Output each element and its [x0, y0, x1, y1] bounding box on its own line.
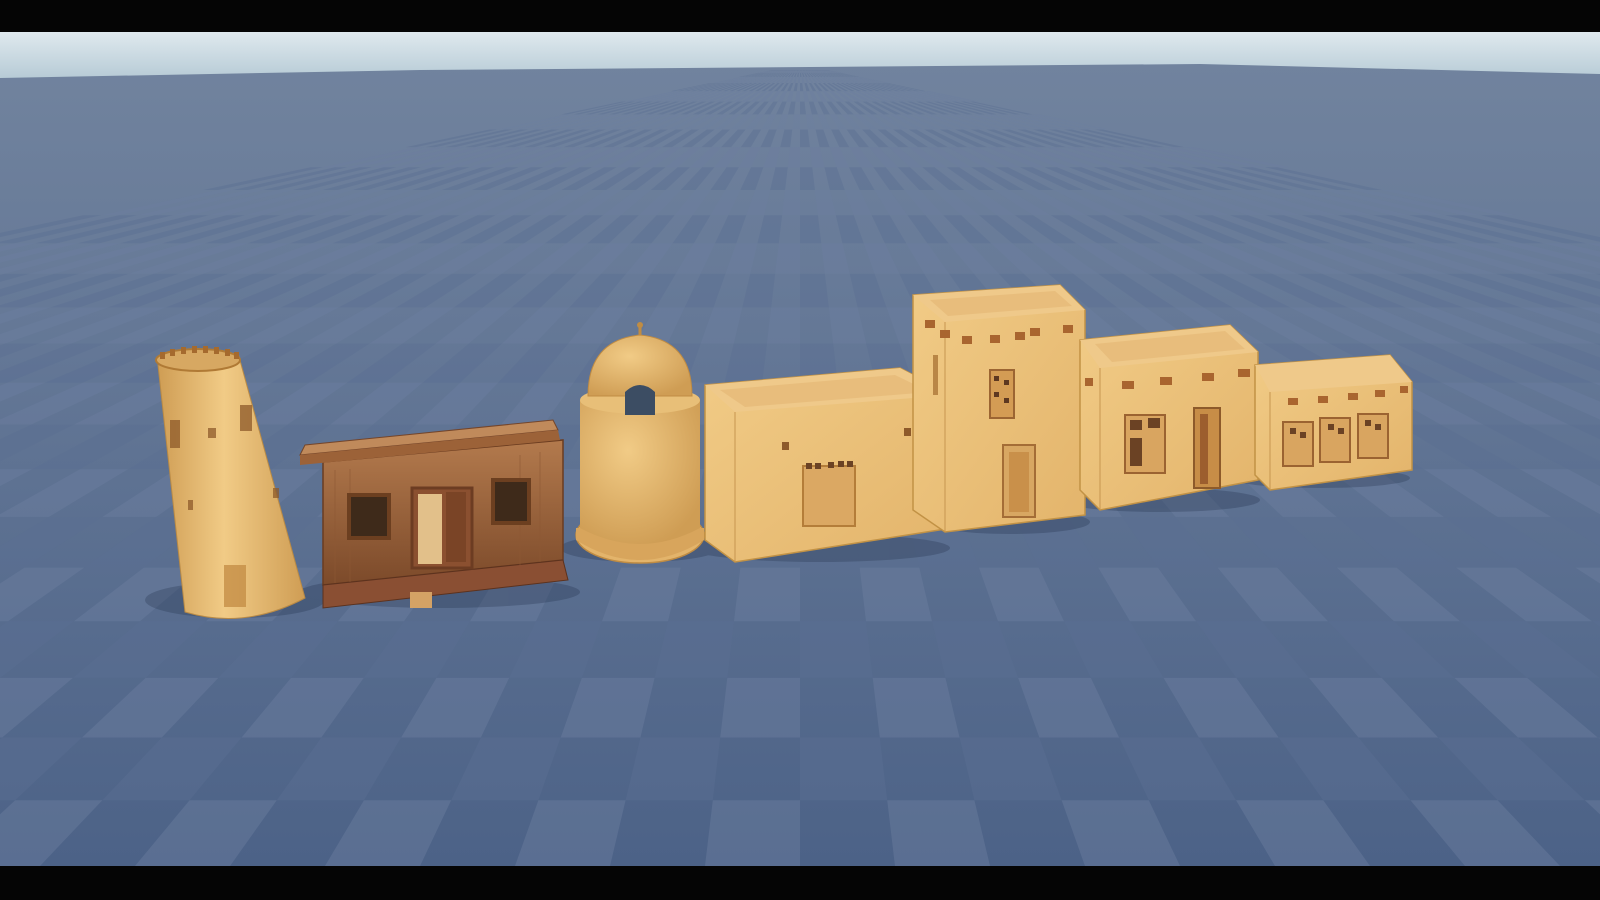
grid-tile: [775, 243, 800, 274]
grid-tile: [800, 215, 822, 244]
grid-tile: [800, 621, 873, 678]
two-storey-mud-house-model[interactable]: [912, 284, 1086, 533]
grid-tile: [705, 800, 800, 866]
grid-tile: [720, 677, 800, 738]
wooden-hut-model[interactable]: [299, 419, 569, 609]
grid-tile: [733, 567, 800, 622]
grid-tile: [625, 737, 721, 801]
grid-tile: [872, 677, 960, 738]
grid-tile: [887, 800, 990, 866]
letterbox-top: [0, 0, 1600, 32]
grid-tile: [782, 189, 800, 216]
letterbox-bottom: [0, 866, 1600, 900]
grid-tile: [800, 273, 829, 308]
grid-tile: [654, 621, 734, 678]
grid-tile: [800, 737, 888, 801]
low-mud-house-model[interactable]: [1254, 354, 1413, 491]
3d-scene[interactable]: [0, 0, 1600, 900]
beamed-mud-house-model[interactable]: [1079, 324, 1259, 511]
game-viewport[interactable]: [0, 0, 1600, 900]
grid-tile: [766, 307, 800, 344]
grid-tile: [859, 567, 933, 622]
grid-tile: [800, 70, 801, 71]
grid-tile: [798, 70, 800, 71]
